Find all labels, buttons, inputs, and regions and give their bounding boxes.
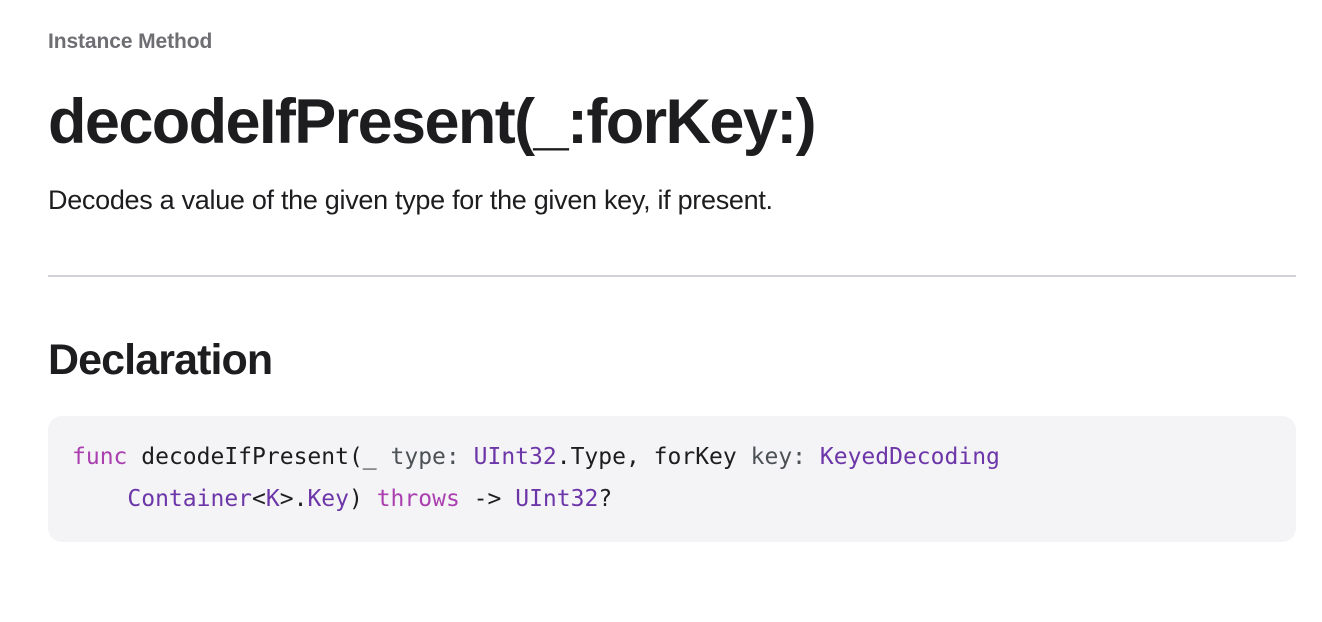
code-token-param: type: (390, 444, 460, 470)
symbol-kind-eyebrow: Instance Method (48, 30, 213, 53)
code-token-param: key: (750, 444, 807, 470)
section-heading-declaration: Declaration (48, 336, 273, 384)
code-line: Container<K>.Key) throws -> UInt32? (72, 478, 1272, 520)
code-token-type: UInt32 (473, 444, 557, 470)
code-token-plain: >. (279, 486, 308, 512)
code-token-type: K (265, 486, 280, 512)
code-line: func decodeIfPresent(_ type: UInt32.Type… (72, 436, 1272, 478)
code-token-type: Key (307, 486, 349, 512)
page-title: decodeIfPresent(_:forKey:) (48, 87, 817, 157)
symbol-abstract: Decodes a value of the given type for th… (48, 185, 773, 215)
code-token-keyword: func (72, 444, 128, 470)
code-token-plain: < (252, 486, 266, 512)
code-token-type: Container (127, 486, 253, 512)
code-token-plain: ) (348, 486, 363, 512)
code-token-plain: ? (598, 486, 613, 512)
code-token-plain: .Type, (556, 444, 640, 470)
code-listing: func decodeIfPresent(_ type: UInt32.Type… (72, 436, 1272, 520)
code-token-keyword: throws (376, 486, 460, 512)
documentation-page: Instance Method decodeIfPresent(_:forKey… (0, 0, 1322, 622)
declaration-code-block: func decodeIfPresent(_ type: UInt32.Type… (48, 416, 1296, 542)
code-token-plain: forKey (653, 444, 737, 470)
code-token-type: UInt32 (515, 486, 599, 512)
code-token-plain: decodeIfPresent(_ (141, 444, 377, 470)
code-token-plain: -> (473, 486, 502, 512)
code-token-type: KeyedDecoding (819, 444, 1000, 470)
